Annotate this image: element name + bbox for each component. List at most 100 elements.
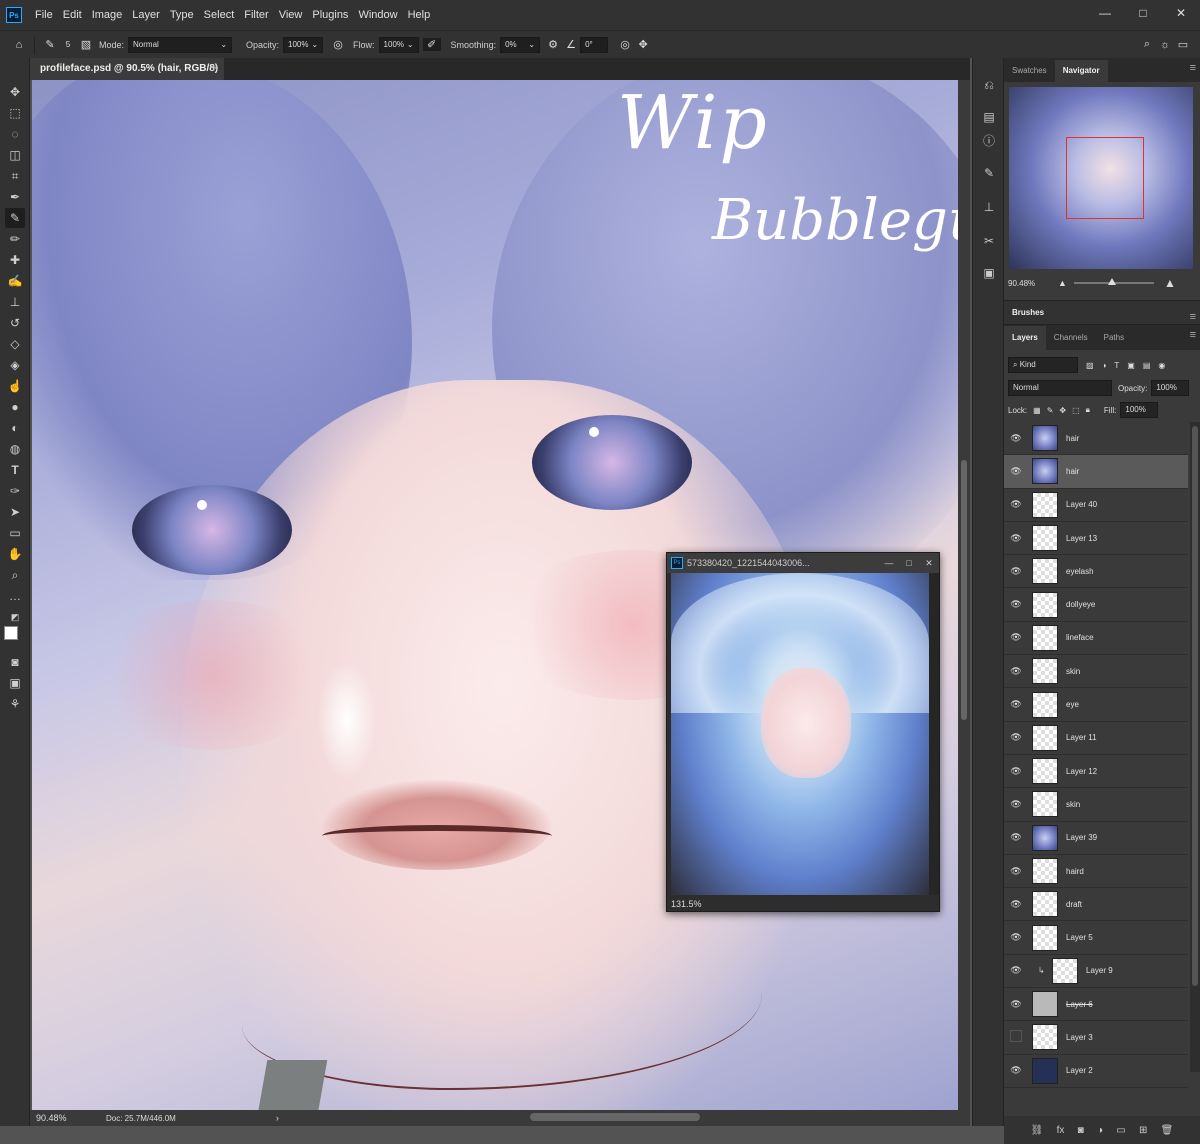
lock-artboard-icon[interactable]: ⬚ [1072, 406, 1080, 415]
lock-transparent-icon[interactable]: ▦ [1033, 406, 1041, 415]
opacity-input[interactable]: 100% ⌄ [283, 36, 324, 53]
menu-image[interactable]: Image [87, 9, 128, 21]
healing-tool-icon[interactable]: ✚ [5, 250, 25, 270]
visibility-eye-icon[interactable]: 👁︎ [1004, 533, 1028, 544]
brush-preset-icon[interactable]: ✎ [41, 38, 59, 51]
angle-input[interactable]: 0° [580, 36, 609, 53]
layer-name[interactable]: Layer 13 [1066, 534, 1097, 543]
slider-knob[interactable] [1108, 278, 1116, 285]
minimize-button[interactable]: — [879, 558, 899, 569]
visibility-eye-icon[interactable]: 👁︎ [1004, 766, 1028, 777]
layer-row[interactable]: 👁︎ draft [1004, 888, 1188, 922]
layer-name[interactable]: Layer 5 [1066, 933, 1093, 942]
brush-settings-icon[interactable]: ▧ [77, 38, 95, 51]
layer-name[interactable]: draft [1066, 900, 1082, 909]
search-icon[interactable]: ⌕ [1138, 38, 1156, 51]
layer-thumbnail[interactable] [1032, 425, 1058, 452]
path-select-tool-icon[interactable]: ➤ [5, 502, 25, 522]
menu-plugins[interactable]: Plugins [307, 9, 353, 21]
pressure-opacity-icon[interactable]: ◎ [329, 38, 347, 51]
layer-thumbnail[interactable] [1032, 991, 1058, 1018]
layer-row[interactable]: 👁︎ eyelash [1004, 555, 1188, 589]
object-select-tool-icon[interactable]: ◫ [5, 145, 25, 165]
layer-thumbnail[interactable] [1032, 558, 1058, 585]
layer-opacity-input[interactable]: 100% [1151, 380, 1190, 396]
layer-name[interactable]: Layer 2 [1066, 1066, 1093, 1075]
marquee-tool-icon[interactable]: ⬚ [5, 103, 25, 123]
layer-fill-input[interactable]: 100% [1120, 402, 1159, 418]
layer-thumbnail[interactable] [1032, 858, 1058, 884]
visibility-eye-icon[interactable]: 👁︎ [1004, 566, 1028, 577]
trash-icon[interactable]: 🗑︎ [1161, 1125, 1174, 1136]
menu-layer[interactable]: Layer [127, 9, 165, 21]
tab-paths[interactable]: Paths [1096, 326, 1132, 350]
layer-thumbnail[interactable] [1032, 724, 1058, 751]
eyedropper-tool-icon[interactable]: ✒ [5, 187, 25, 207]
layer-row[interactable]: 👁︎ Layer 11 [1004, 722, 1188, 755]
chevron-right-icon[interactable]: › [276, 1113, 279, 1123]
gear-icon[interactable]: ⚙ [544, 38, 562, 51]
layer-row[interactable]: 👁︎ hair [1004, 455, 1188, 489]
filter-smart-icon[interactable]: ▤ [1143, 361, 1151, 370]
edit-toolbar-icon[interactable]: ⚘ [5, 694, 25, 714]
menu-select[interactable]: Select [199, 9, 240, 21]
move-tool-icon[interactable]: ✥ [5, 82, 25, 102]
foreground-color-swatch[interactable] [4, 626, 18, 640]
layer-row[interactable]: 👁︎ skin [1004, 788, 1188, 822]
layer-row[interactable]: 👁︎ Layer 6 [1004, 988, 1188, 1022]
navigator-thumbnail[interactable] [1009, 87, 1193, 269]
menu-window[interactable]: Window [353, 9, 402, 21]
visibility-eye-icon[interactable]: 👁︎ [1004, 599, 1028, 610]
layer-thumbnail[interactable] [1032, 891, 1058, 918]
layer-name[interactable]: Layer 6 [1066, 1000, 1093, 1009]
stamp-tool-icon[interactable]: ⊥ [5, 292, 25, 312]
smudge-tool-icon[interactable]: ☝ [5, 376, 25, 396]
type-tool-icon[interactable]: T [5, 460, 25, 480]
layer-thumbnail[interactable] [1032, 591, 1058, 618]
scrollbar-thumb[interactable] [961, 460, 967, 720]
layer-name[interactable]: eye [1066, 700, 1079, 709]
navigator-view-rect[interactable] [1066, 137, 1144, 219]
quick-mask-icon[interactable]: ◙ [5, 652, 25, 672]
layer-thumbnail[interactable] [1032, 691, 1058, 718]
menu-filter[interactable]: Filter [239, 9, 273, 21]
visibility-eye-icon[interactable]: 👁︎ [1004, 999, 1028, 1010]
layer-thumbnail[interactable] [1032, 491, 1058, 518]
brush-size-picker[interactable]: 5 [59, 40, 77, 49]
layer-thumbnail[interactable] [1032, 1057, 1058, 1084]
visibility-eye-icon[interactable]: 👁︎ [1004, 433, 1028, 444]
info-icon[interactable]: ⓘ [980, 132, 998, 150]
visibility-eye-icon[interactable]: 👁︎ [1004, 799, 1028, 810]
visibility-eye-icon[interactable]: 👁︎ [1004, 932, 1028, 943]
screen-mode-icon[interactable]: ▣ [5, 673, 25, 693]
layer-row[interactable]: 👁︎ haird [1004, 855, 1188, 889]
lasso-tool-icon[interactable]: ◌ [5, 124, 25, 144]
maximize-button[interactable]: □ [899, 558, 919, 569]
visibility-eye-icon[interactable]: 👁︎ [1004, 499, 1028, 510]
menu-help[interactable]: Help [403, 9, 436, 21]
menu-file[interactable]: File [30, 9, 58, 21]
history-brush-tool-icon[interactable]: ↺ [5, 313, 25, 333]
lock-position-icon[interactable]: ✥ [1059, 406, 1066, 415]
blur-tool-icon[interactable]: ● [5, 397, 25, 417]
adjustment-icon[interactable]: ◑ [1097, 1125, 1103, 1136]
layer-row[interactable]: 👁︎ Layer 40 [1004, 489, 1188, 522]
document-tab[interactable]: profileface.psd @ 90.5% (hair, RGB/8) * … [30, 58, 224, 96]
reference-window[interactable]: Ps 573380420_1221544043006... — □ ✕ 131.… [666, 552, 940, 912]
new-layer-icon[interactable]: ⊞ [1139, 1125, 1147, 1136]
layer-row[interactable]: 👁︎ skin [1004, 655, 1188, 689]
layer-thumbnail[interactable] [1032, 758, 1058, 785]
panel-menu-icon[interactable]: ≡ [1190, 62, 1196, 74]
layer-name[interactable]: hair [1066, 467, 1079, 476]
layer-name[interactable]: Layer 9 [1086, 966, 1113, 975]
layers-scrollbar[interactable] [1190, 422, 1200, 1072]
dodge-tool-icon[interactable]: ◐ [5, 418, 25, 438]
layer-thumbnail[interactable] [1052, 957, 1078, 984]
document-size-info[interactable]: Doc: 25.7M/446.0M [106, 1114, 176, 1123]
layer-name[interactable]: dollyeye [1066, 600, 1095, 609]
panel-menu-icon[interactable]: ≡ [1190, 329, 1196, 341]
layer-row[interactable]: 👁︎ lineface [1004, 622, 1188, 656]
layer-row[interactable]: 👁︎ dollyeye [1004, 588, 1188, 622]
visibility-eye-icon[interactable]: 👁︎ [1004, 466, 1028, 477]
layer-name[interactable]: skin [1066, 667, 1080, 676]
